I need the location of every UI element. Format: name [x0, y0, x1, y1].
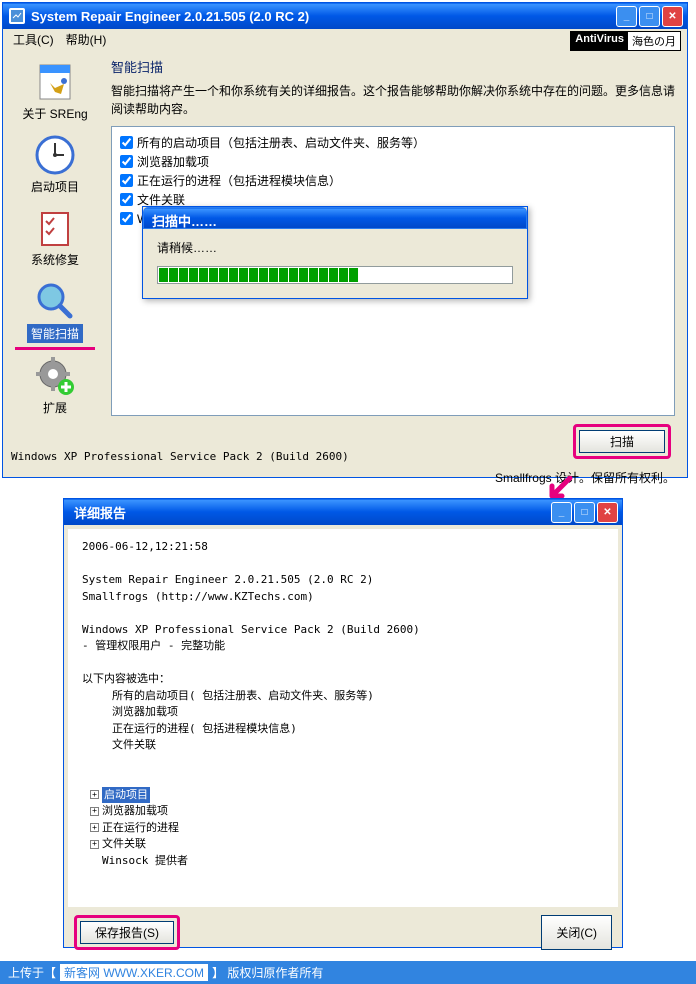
- checkbox-winsock[interactable]: [120, 212, 133, 225]
- sidebar-item-scan[interactable]: 智能扫描: [15, 276, 95, 347]
- sidebar-scan-label: 智能扫描: [27, 324, 83, 343]
- watermark-site: 新客网 WWW.XKER.COM: [60, 964, 208, 981]
- sidebar-item-startup[interactable]: 启动项目: [15, 130, 95, 199]
- maximize-button[interactable]: □: [639, 6, 660, 27]
- titlebar[interactable]: System Repair Engineer 2.0.21.505 (2.0 R…: [3, 3, 687, 29]
- scan-button-highlight: 扫描: [573, 424, 671, 459]
- report-button-row: 保存报告(S) 关闭(C): [64, 911, 622, 954]
- checkbox-browser[interactable]: [120, 155, 133, 168]
- tree-item-winsock[interactable]: Winsock 提供者: [82, 853, 604, 870]
- tree-expand-icon[interactable]: +: [90, 840, 99, 849]
- progress-wait-text: 请稍候……: [157, 239, 513, 256]
- checkbox-fileassoc[interactable]: [120, 193, 133, 206]
- antivirus-badge: AntiVirus 海色の月: [570, 31, 681, 51]
- progress-bar: [157, 266, 513, 284]
- window-title: System Repair Engineer 2.0.21.505 (2.0 R…: [31, 9, 616, 24]
- progress-title[interactable]: 扫描中……: [143, 207, 527, 229]
- tree-expand-icon[interactable]: +: [90, 807, 99, 816]
- save-button-highlight: 保存报告(S): [74, 915, 180, 950]
- gear-plus-icon: [34, 355, 76, 397]
- tree-expand-icon[interactable]: +: [90, 823, 99, 832]
- content-area: 智能扫描 智能扫描将产生一个和你系统有关的详细报告。这个报告能够帮助你解决你系统…: [107, 49, 687, 446]
- tree-item-startup[interactable]: +启动项目: [82, 787, 604, 804]
- sidebar: 关于 SREng 启动项目 系统修复 智能扫描: [3, 49, 107, 446]
- main-window: System Repair Engineer 2.0.21.505 (2.0 R…: [2, 2, 688, 478]
- copyright-line: Smallfrogs 设计。保留所有权利。: [3, 467, 687, 490]
- checkbox-startup[interactable]: [120, 136, 133, 149]
- check-row-browser[interactable]: 浏览器加载项: [120, 152, 666, 171]
- clock-icon: [34, 134, 76, 176]
- tree-expand-icon[interactable]: +: [90, 790, 99, 799]
- check-row-process[interactable]: 正在运行的进程（包括进程模块信息）: [120, 171, 666, 190]
- progress-dialog: 扫描中…… 请稍候……: [142, 206, 528, 299]
- minimize-button[interactable]: _: [616, 6, 637, 27]
- menu-tools[interactable]: 工具(C): [7, 31, 60, 47]
- report-window: 详细报告 _ □ ✕ 2006-06-12,12:21:58 System Re…: [63, 498, 623, 948]
- options-box: 所有的启动项目（包括注册表、启动文件夹、服务等） 浏览器加载项 正在运行的进程（…: [111, 126, 675, 416]
- sidebar-item-about[interactable]: 关于 SREng: [15, 57, 95, 126]
- panel-description: 智能扫描将产生一个和你系统有关的详细报告。这个报告能够帮助你解决你系统中存在的问…: [111, 82, 675, 118]
- sidebar-item-repair[interactable]: 系统修复: [15, 203, 95, 272]
- check-row-startup[interactable]: 所有的启动项目（包括注册表、启动文件夹、服务等）: [120, 133, 666, 152]
- report-titlebar[interactable]: 详细报告 _ □ ✕: [64, 499, 622, 525]
- sidebar-startup-label: 启动项目: [31, 178, 79, 195]
- report-minimize-button[interactable]: _: [551, 502, 572, 523]
- tree-item-fileassoc[interactable]: +文件关联: [82, 836, 604, 853]
- watermark: 上传于【 新客网 WWW.XKER.COM 】 版权归原作者所有: [0, 961, 696, 984]
- sidebar-item-extend[interactable]: 扩展: [15, 351, 95, 420]
- tree-item-process[interactable]: +正在运行的进程: [82, 820, 604, 837]
- report-body[interactable]: 2006-06-12,12:21:58 System Repair Engine…: [68, 529, 618, 907]
- panel-title: 智能扫描: [111, 57, 675, 76]
- close-button[interactable]: ✕: [662, 6, 683, 27]
- tree-item-browser[interactable]: +浏览器加载项: [82, 803, 604, 820]
- checklist-icon: [34, 207, 76, 249]
- sidebar-repair-label: 系统修复: [31, 251, 79, 268]
- info-icon: [34, 61, 76, 103]
- sidebar-about-label: 关于 SREng: [22, 105, 87, 122]
- checkbox-process[interactable]: [120, 174, 133, 187]
- menu-help[interactable]: 帮助(H): [60, 31, 113, 47]
- scan-button[interactable]: 扫描: [579, 430, 665, 453]
- app-icon: [9, 8, 25, 24]
- sidebar-extend-label: 扩展: [43, 399, 67, 416]
- close-report-button[interactable]: 关闭(C): [541, 915, 612, 950]
- save-report-button[interactable]: 保存报告(S): [80, 921, 174, 944]
- magnifier-icon: [34, 280, 76, 322]
- report-maximize-button[interactable]: □: [574, 502, 595, 523]
- report-close-button[interactable]: ✕: [597, 502, 618, 523]
- report-window-title: 详细报告: [74, 503, 551, 522]
